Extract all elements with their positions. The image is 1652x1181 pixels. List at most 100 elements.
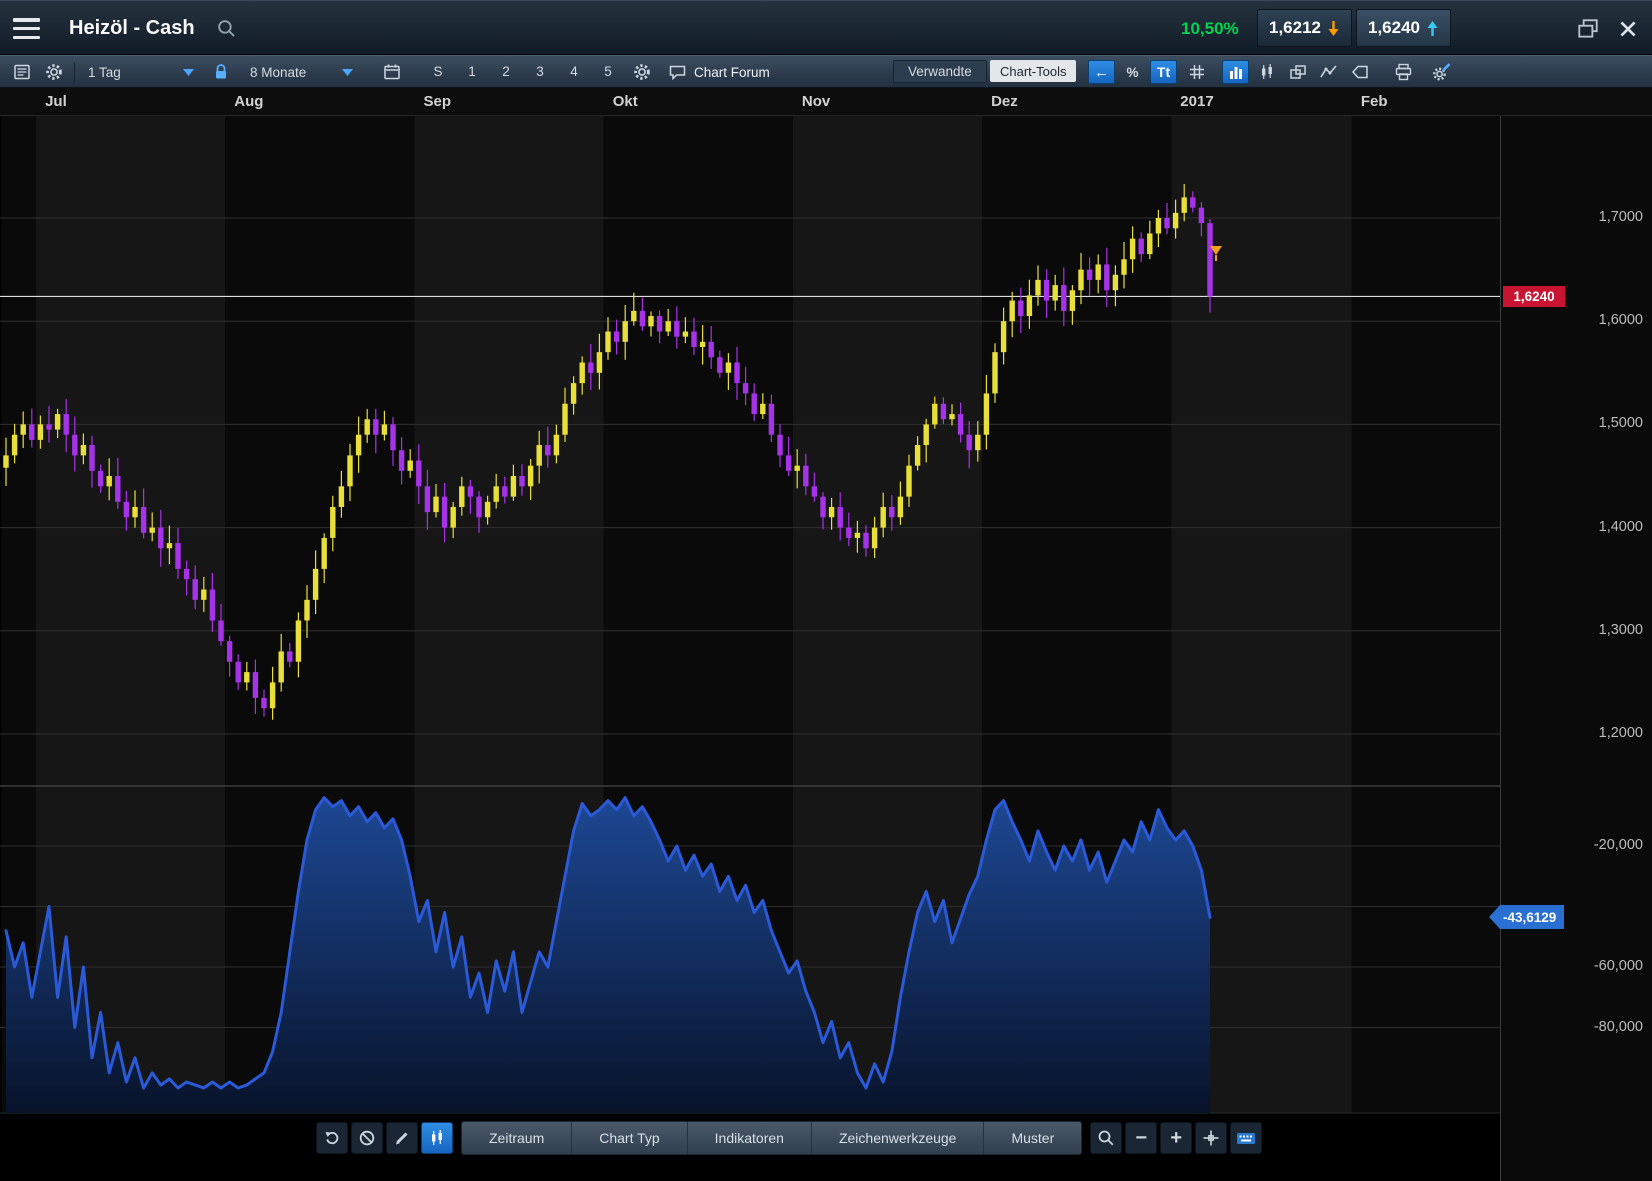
axis-tick-label: 1,3000 [1501,622,1643,638]
month-label: Feb [1361,93,1388,110]
bar-chart-icon [1226,62,1246,82]
draw-button[interactable] [386,1122,418,1154]
calendar-button[interactable] [378,60,405,84]
axis-tick-label: -20,000 [1501,837,1643,853]
text-annotation-button[interactable]: Tt [1150,60,1177,84]
bottom-toolbar: ZeitraumChart TypIndikatorenZeichenwerkz… [316,1120,1262,1156]
chart-window: JulAugSepOktNovDez2017Feb 1,6240 -43,612… [0,0,1652,1181]
callout-tool-button[interactable] [1346,60,1373,84]
crosshair-button[interactable] [1195,1122,1227,1154]
month-label: Sep [424,93,452,110]
axis-tick-label: 1,4000 [1501,519,1643,535]
back-arrow-icon: ← [1094,64,1109,81]
buy-price-button[interactable]: 1,6240 [1356,9,1451,47]
axis-tick-label: -60,000 [1501,958,1643,974]
search-button[interactable] [216,18,237,39]
grid-toggle-button[interactable] [1183,60,1210,84]
zoom-preset-5[interactable]: 5 [591,60,625,84]
news-button[interactable] [8,60,35,84]
candlestick-style-button[interactable] [1253,60,1280,84]
zoom-preset-4[interactable]: 4 [557,60,591,84]
chart-forum-label-button[interactable]: Chart Forum [694,60,790,84]
undo-button[interactable]: ← [1088,60,1115,84]
tag-callout-icon [1350,62,1370,82]
search-icon [1096,1128,1116,1148]
ask-price: 1,6240 [1368,18,1420,38]
keypad-button[interactable] [1230,1122,1262,1154]
change-percent: 10,50% [1181,1,1239,56]
circular-arrow-icon [322,1128,342,1148]
disable-drawings-button[interactable] [351,1122,383,1154]
compare-overlay-button[interactable] [1284,60,1311,84]
close-icon [1617,18,1639,40]
document-icon [12,62,32,82]
axis-tick-label: 1,5000 [1501,415,1643,431]
tag-arrow-icon [1489,905,1500,929]
price-axis[interactable]: 1,6240 -43,6129 1,70001,60001,50001,4000… [1500,116,1652,1181]
zoom-in-button[interactable]: + [1160,1122,1192,1154]
calendar-icon [382,62,402,82]
restore-window-button[interactable] [1576,17,1602,41]
reset-chart-button[interactable] [316,1122,348,1154]
chart-forum-button[interactable] [664,60,690,84]
axis-tick-label: 1,2000 [1501,725,1643,741]
price-up-arrow-icon [1426,20,1439,37]
print-button[interactable] [1390,60,1417,84]
zoom-search-button[interactable] [1090,1122,1122,1154]
chart-toolbar: 1 Tag 8 Monate S12345 [0,55,1652,88]
bid-price: 1,6212 [1269,18,1321,38]
chart-grid-style-button[interactable] [1222,60,1249,84]
chevron-down-icon [183,69,194,76]
trendline-tool-button[interactable] [1315,60,1342,84]
indicator-value-tag: -43,6129 [1489,905,1564,929]
candlestick-icon [427,1128,447,1148]
padlock-icon [211,62,231,82]
chart-settings-button[interactable] [40,60,67,84]
keyboard-icon [1235,1128,1257,1148]
chart-type-button[interactable] [421,1122,453,1154]
close-window-button[interactable] [1617,16,1645,42]
chart-forum-label: Chart Forum [694,65,770,80]
sell-price-button[interactable]: 1,6212 [1257,9,1352,47]
candlestick-icon [1257,62,1277,82]
menu-zeichenwerkzeuge[interactable]: Zeichenwerkzeuge [812,1122,985,1154]
time-axis[interactable]: JulAugSepOktNovDez2017Feb [0,88,1652,116]
pencil-icon [392,1128,412,1148]
interval-dropdown[interactable]: 1 Tag [84,60,196,84]
indicator-value: -43,6129 [1500,905,1564,929]
month-label: 2017 [1180,93,1213,110]
bottom-menu-group: ZeitraumChart TypIndikatorenZeichenwerkz… [461,1121,1082,1155]
minus-icon: − [1135,1127,1147,1150]
menu-indikatoren[interactable]: Indikatoren [688,1122,812,1154]
title-bar: Heizöl - Cash 10,50% 1,6212 1,6240 [0,0,1652,55]
last-price-value: 1,6240 [1513,289,1554,304]
zoom-preset-S[interactable]: S [421,60,455,84]
gear-icon [632,62,652,82]
menu-muster[interactable]: Muster [984,1122,1081,1154]
month-label: Jul [45,93,67,110]
menu-zeitraum[interactable]: Zeitraum [462,1122,572,1154]
percent-scale-button[interactable]: % [1119,60,1146,84]
related-products-button[interactable]: Verwandte [893,60,987,83]
price-chart-canvas[interactable] [0,0,1652,1181]
lock-scale-button[interactable] [208,60,234,84]
gear-icon [44,62,64,82]
zoom-preset-1[interactable]: 1 [455,60,489,84]
menu-button[interactable] [13,18,40,39]
range-dropdown[interactable]: 8 Monate [246,60,364,84]
axis-tick-label: -80,000 [1501,1019,1643,1035]
chevron-down-icon [342,69,353,76]
month-label: Okt [613,93,638,110]
month-label: Nov [802,93,830,110]
speech-bubble-icon [667,62,688,82]
text-tool-label: Tt [1157,64,1170,80]
indicator-settings-button[interactable] [628,60,655,84]
search-icon [216,18,237,39]
zoom-out-button[interactable]: − [1125,1122,1157,1154]
edit-settings-button[interactable] [1428,60,1455,84]
zoom-preset-2[interactable]: 2 [489,60,523,84]
menu-chart-typ[interactable]: Chart Typ [572,1122,687,1154]
range-value: 8 Monate [250,65,306,80]
zoom-preset-3[interactable]: 3 [523,60,557,84]
interval-value: 1 Tag [88,65,121,80]
